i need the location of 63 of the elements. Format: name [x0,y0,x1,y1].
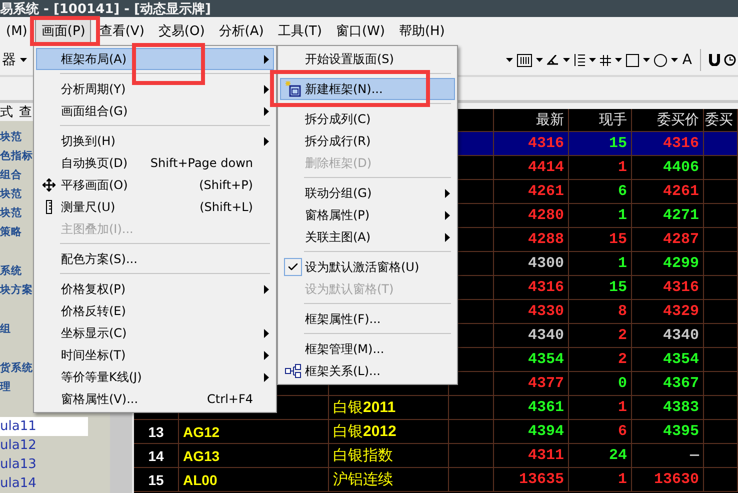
table-cell: 15 [608,135,627,152]
table-cell: 4299 [662,255,699,272]
table-cell: 4271 [662,207,699,224]
column-header: 委买 [705,111,733,129]
table-cell: 1 [618,159,627,176]
table-cell: 4261 [662,183,699,200]
table-cell: 4261 [528,183,564,200]
table-cell: 4316 [662,279,699,296]
column-header: 委买价 [657,111,699,129]
table-cell: 13630 [654,471,699,488]
table-cell: 6 [618,423,627,440]
table-cell: AL00 [183,472,218,488]
row-number: 15 [148,472,164,488]
table-cell: 1 [618,255,627,272]
table-cell: — [690,447,699,464]
table-cell: 白银指数 [333,446,393,465]
shortcut-text: (Shift+L) [200,200,254,214]
table-cell: 4330 [528,303,564,320]
table-cell: 4394 [528,423,564,440]
table-cell: 4383 [662,399,699,416]
table-cell: 白银2011 [333,398,396,417]
table-cell: 4414 [528,159,564,176]
table-cell: 4316 [528,135,564,152]
table-cell: 4406 [662,159,699,176]
table-cell: 1 [618,399,627,416]
table-cell: 白银2012 [333,422,396,441]
table-cell: 4316 [528,279,564,296]
table-cell: 1 [618,207,627,224]
window-title: 易系统 - [100141] - [动态显示牌] [0,0,211,18]
row-number: 14 [148,448,164,464]
table-cell: 4340 [528,327,564,344]
table-cell: 4367 [662,375,699,392]
table-cell: 4329 [662,303,699,320]
table-cell: 0 [618,375,627,392]
table-cell: 4340 [662,327,699,344]
table-cell: 24 [608,447,627,464]
table-cell: 4280 [528,207,564,224]
table-cell: 6 [618,183,627,200]
column-header: 最新 [536,111,564,129]
table-cell: 4288 [528,231,564,248]
table-cell: 15 [608,279,627,296]
table-cell: 4354 [528,351,564,368]
table-cell: 15 [608,231,627,248]
table-cell: 4361 [528,399,564,416]
table-cell: 4377 [528,375,564,392]
table-cell: 4300 [528,255,564,272]
table-cell: 4395 [662,423,699,440]
table-cell: 4311 [528,447,564,464]
table-cell: 8 [618,303,627,320]
table-cell: 沪铝连续 [333,470,393,489]
shortcut-text: (Shift+P) [199,178,254,192]
table-cell: 2 [618,327,627,344]
column-header: 现手 [599,111,627,129]
table-cell: AG13 [183,448,220,464]
table-cell: 13635 [518,471,564,488]
table-cell: 1 [618,471,627,488]
table-cell: AG12 [183,424,220,440]
table-cell: 4354 [662,351,699,368]
table-cell: 4287 [662,231,699,248]
table-cell: 2 [618,351,627,368]
shortcut-text: Shift+Page down [150,156,254,170]
table-cell: 4316 [662,135,699,152]
row-number: 13 [148,424,164,440]
